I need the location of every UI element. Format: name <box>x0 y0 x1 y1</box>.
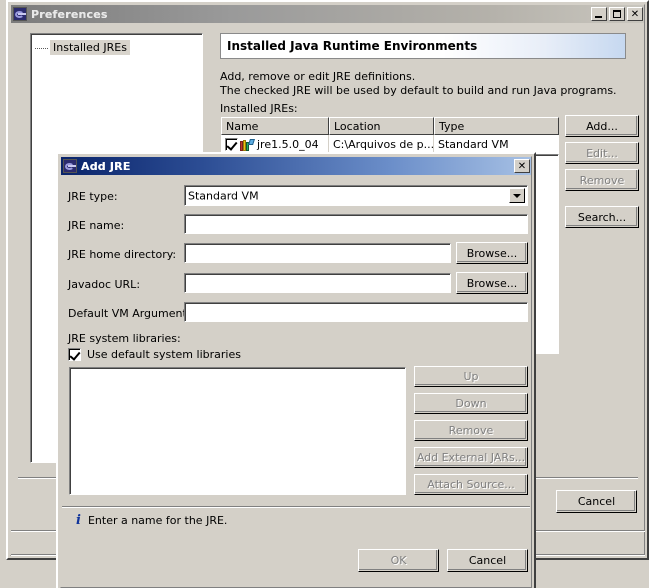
search-jre-label: Search... <box>577 210 627 224</box>
vm-args-input[interactable] <box>184 302 528 322</box>
jre-home-input[interactable] <box>184 243 451 263</box>
jre-icon <box>240 138 255 151</box>
page-description-line1: Add, remove or edit JRE definitions. <box>220 70 416 83</box>
page-description-line2: The checked JRE will be used by default … <box>220 84 617 97</box>
page-banner: Installed Java Runtime Environments <box>220 33 626 59</box>
add-jre-ok-button[interactable]: OK <box>358 549 439 572</box>
javadoc-browse-button[interactable]: Browse... <box>456 272 528 294</box>
column-header-location[interactable]: Location <box>329 117 434 135</box>
use-default-system-libraries-checkbox[interactable]: Use default system libraries <box>68 348 241 361</box>
add-jre-cancel-button[interactable]: Cancel <box>447 549 528 572</box>
status-message-text: Enter a name for the JRE. <box>87 514 228 527</box>
lib-remove-button[interactable]: Remove <box>414 420 528 441</box>
page-title: Installed Java Runtime Environments <box>227 39 478 53</box>
add-jre-status-separator <box>62 506 530 508</box>
close-button[interactable]: ✕ <box>627 7 643 21</box>
lib-down-button[interactable]: Down <box>414 393 528 414</box>
chevron-down-icon[interactable] <box>509 188 525 203</box>
installed-jres-table-header: Name Location Type <box>221 117 559 135</box>
vm-args-label: Default VM Arguments: <box>68 307 197 320</box>
close-icon: ✕ <box>517 161 527 172</box>
jre-system-libraries-list[interactable] <box>69 367 406 495</box>
add-jre-cancel-label: Cancel <box>468 554 507 567</box>
cell-name-label: jre1.5.0_04 <box>257 138 319 151</box>
jre-system-libraries-label: JRE system libraries: <box>68 332 181 345</box>
use-default-system-libraries-label: Use default system libraries <box>87 348 241 361</box>
tree-connector-icon <box>34 42 50 54</box>
jre-home-browse-label: Browse... <box>466 246 518 260</box>
add-jre-title: Add JRE <box>81 159 131 173</box>
jre-name-input[interactable] <box>184 214 528 234</box>
eclipse-icon <box>13 7 27 21</box>
lib-up-button[interactable]: Up <box>414 366 528 387</box>
sidebar-item-label: Installed JREs <box>50 40 130 55</box>
checkbox-box <box>68 348 81 361</box>
column-header-name[interactable]: Name <box>221 117 329 135</box>
screen: Preferences ✕ Installed JREs Installed J… <box>0 0 649 588</box>
add-jre-close-button[interactable]: ✕ <box>514 159 530 173</box>
javadoc-url-label: Javadoc URL: <box>68 278 141 291</box>
add-jre-label: Add... <box>586 119 618 133</box>
sidebar-item-installed-jres[interactable]: Installed JREs <box>34 40 130 55</box>
row-checkbox[interactable] <box>225 138 238 151</box>
maximize-button[interactable] <box>609 7 625 21</box>
info-icon: i <box>76 513 81 528</box>
column-header-type[interactable]: Type <box>434 117 559 135</box>
remove-jre-button[interactable]: Remove <box>565 169 639 191</box>
jre-type-combo[interactable]: Standard VM <box>184 185 528 206</box>
remove-jre-label: Remove <box>579 173 625 187</box>
lib-attach-source-button[interactable]: Attach Source... <box>414 474 528 495</box>
preferences-titlebar[interactable]: Preferences ✕ <box>11 5 644 23</box>
lib-add-external-jars-button[interactable]: Add External JARs... <box>414 447 528 468</box>
preferences-title: Preferences <box>31 7 108 21</box>
add-jre-button[interactable]: Add... <box>565 115 639 137</box>
installed-jres-table-label: Installed JREs: <box>220 102 298 115</box>
edit-jre-label: Edit... <box>586 146 618 160</box>
prefs-cancel-button[interactable]: Cancel <box>556 490 637 513</box>
javadoc-browse-label: Browse... <box>466 276 518 290</box>
add-jre-titlebar[interactable]: Add JRE ✕ <box>61 157 531 175</box>
lib-up-label: Up <box>463 370 479 383</box>
jre-type-label: JRE type: <box>68 190 118 203</box>
minimize-button[interactable] <box>591 7 607 21</box>
jre-home-browse-button[interactable]: Browse... <box>456 242 528 264</box>
jre-type-value: Standard VM <box>188 189 259 202</box>
lib-add-external-jars-label: Add External JARs... <box>416 451 526 464</box>
lib-attach-source-label: Attach Source... <box>427 478 515 491</box>
lib-down-label: Down <box>455 397 487 410</box>
add-jre-ok-label: OK <box>390 554 407 567</box>
close-icon: ✕ <box>630 9 640 20</box>
search-jre-button[interactable]: Search... <box>565 206 639 228</box>
eclipse-icon <box>63 159 77 173</box>
status-message: i Enter a name for the JRE. <box>76 513 227 528</box>
lib-remove-label: Remove <box>448 424 494 437</box>
javadoc-url-input[interactable] <box>184 273 451 293</box>
edit-jre-button[interactable]: Edit... <box>565 142 639 164</box>
jre-name-label: JRE name: <box>68 219 125 232</box>
add-jre-dialog: Add JRE ✕ JRE type: Standard VM JRE name… <box>56 152 536 588</box>
jre-home-label: JRE home directory: <box>68 248 177 261</box>
prefs-cancel-label: Cancel <box>577 495 616 508</box>
